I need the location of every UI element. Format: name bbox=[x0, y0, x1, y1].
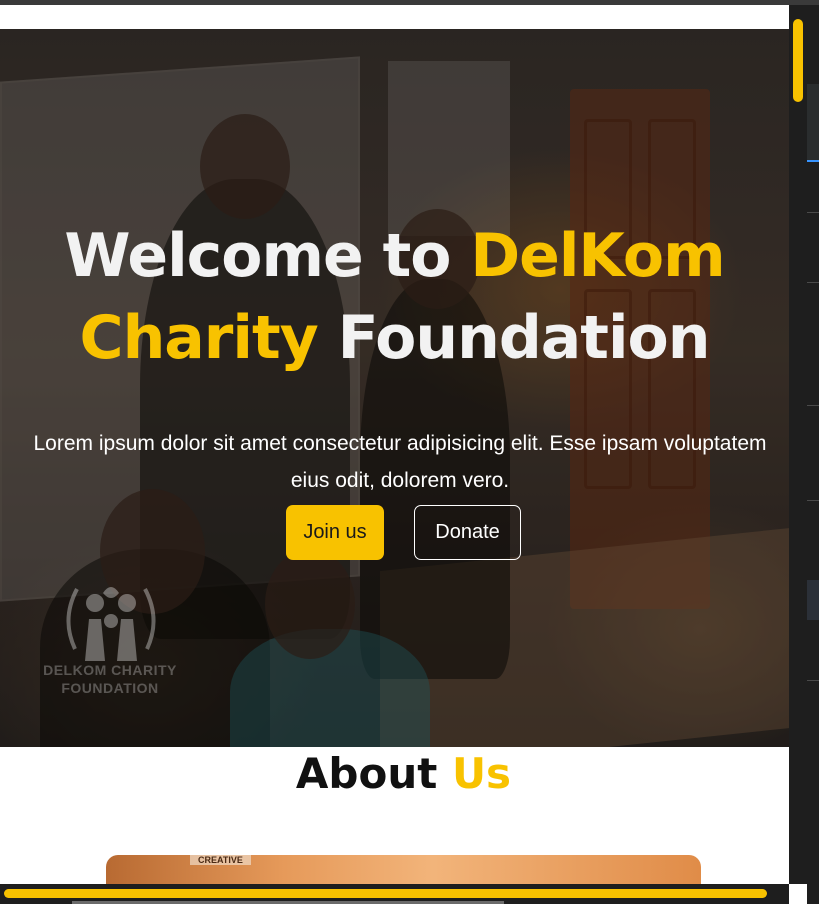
devtools-divider bbox=[807, 405, 819, 406]
about-title: About Us bbox=[0, 748, 807, 800]
devtools-divider bbox=[807, 282, 819, 283]
hero-section: DELKOM CHARITY FOUNDATION Welcome to Del… bbox=[0, 29, 789, 747]
hero-subtitle: Lorem ipsum dolor sit amet consectetur a… bbox=[33, 432, 767, 492]
donate-button[interactable]: Donate bbox=[414, 505, 521, 560]
devtools-panel-tab[interactable] bbox=[807, 84, 819, 162]
devtools-highlight-row[interactable] bbox=[807, 580, 819, 620]
hero-title-part2: Foundation bbox=[317, 303, 711, 373]
logo-text-line2: FOUNDATION bbox=[61, 680, 159, 696]
logo-text-line1: DELKOM CHARITY bbox=[43, 662, 177, 678]
devtools-divider bbox=[807, 212, 819, 213]
vertical-scrollbar-thumb[interactable] bbox=[793, 19, 803, 102]
join-us-button[interactable]: Join us bbox=[286, 505, 384, 560]
charity-logo-text: DELKOM CHARITY FOUNDATION bbox=[30, 661, 190, 697]
hero-title: Welcome to DelKom Charity Foundation bbox=[0, 215, 789, 379]
devtools-divider bbox=[807, 500, 819, 501]
page-top-bar bbox=[0, 5, 789, 29]
hero-title-accent2: Charity bbox=[79, 303, 319, 373]
about-title-accent: Us bbox=[451, 749, 512, 798]
hero-title-accent1: DelKom bbox=[470, 221, 725, 291]
scrollbar-corner bbox=[789, 884, 807, 904]
horizontal-scrollbar-thumb[interactable] bbox=[4, 889, 767, 898]
devtools-divider bbox=[807, 680, 819, 681]
about-title-part1: About bbox=[295, 749, 452, 798]
hero-title-part1: Welcome to bbox=[64, 221, 471, 291]
about-image-tag: CREATIVE bbox=[190, 855, 251, 865]
